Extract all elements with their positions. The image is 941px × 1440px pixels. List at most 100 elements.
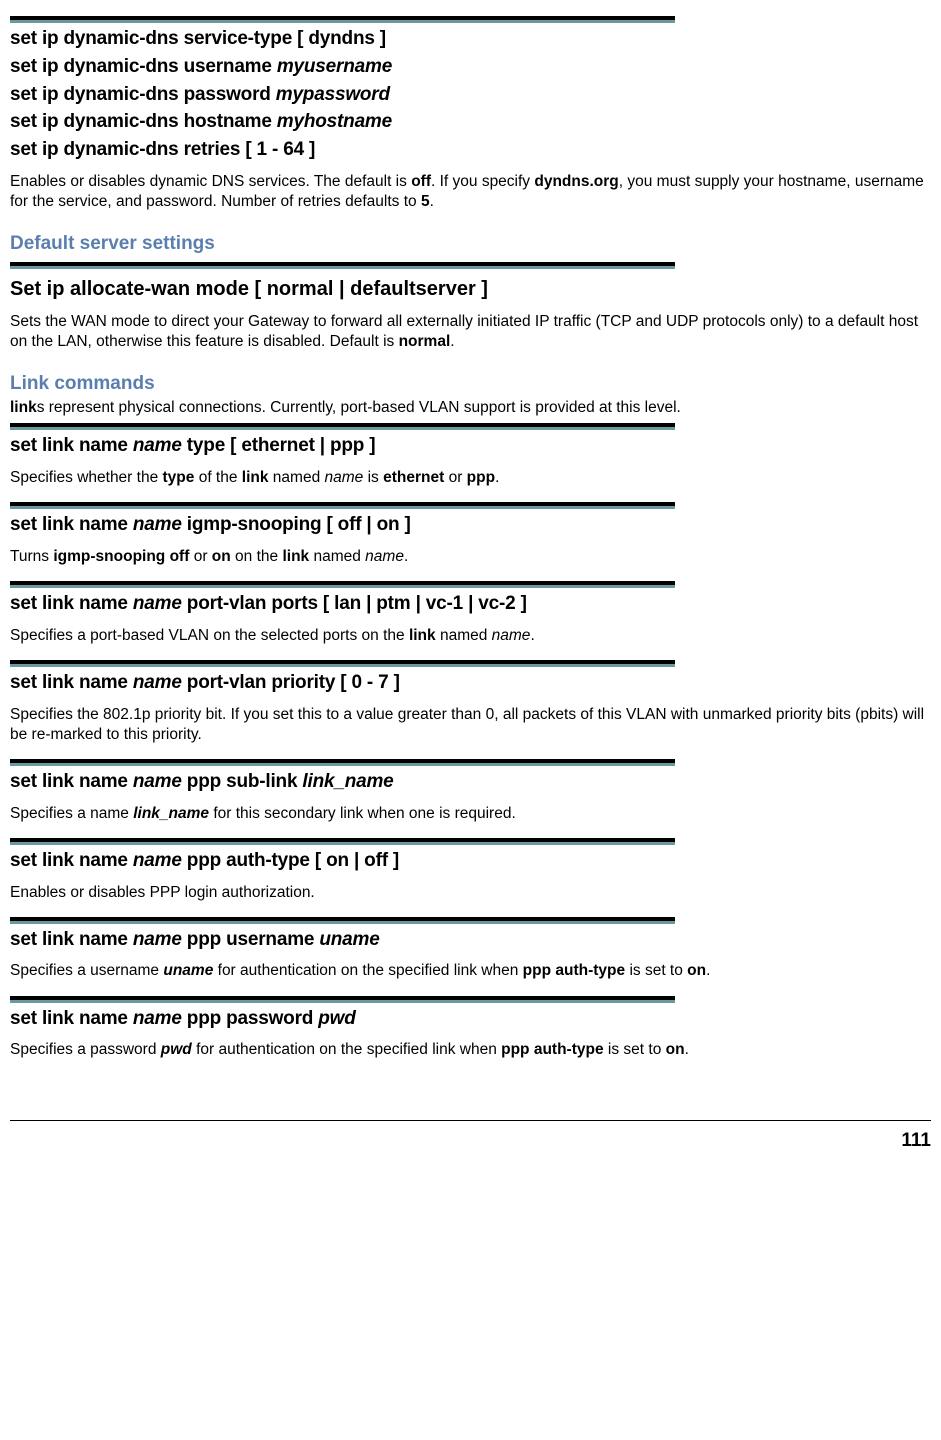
text: set ip dynamic-dns hostname bbox=[10, 111, 277, 132]
t: . bbox=[685, 1041, 689, 1058]
t: ppp auth-type [ on | off ] bbox=[182, 850, 399, 871]
cmd-allocate-wan: Set ip allocate-wan mode [ normal | defa… bbox=[10, 277, 931, 302]
param: pwd bbox=[318, 1008, 355, 1029]
section-rule bbox=[10, 262, 675, 269]
t: on the bbox=[231, 548, 283, 565]
section-rule bbox=[10, 423, 675, 430]
t: named bbox=[436, 627, 492, 644]
footer-rule bbox=[10, 1120, 931, 1121]
t: type bbox=[163, 469, 195, 486]
cmd-link-sublink: set link name name ppp sub-link link_nam… bbox=[10, 770, 931, 794]
desc-link-auth: Enables or disables PPP login authorizat… bbox=[10, 883, 931, 903]
t: set link name bbox=[10, 672, 133, 693]
cmd-dns-hostname: set ip dynamic-dns hostname myhostname bbox=[10, 110, 931, 134]
t: named bbox=[309, 548, 365, 565]
t: ppp auth-type bbox=[523, 962, 625, 979]
t: on bbox=[687, 962, 706, 979]
param: name bbox=[133, 1008, 182, 1029]
t: igmp-snooping off bbox=[53, 548, 189, 565]
cmd-dns-password: set ip dynamic-dns password mypassword bbox=[10, 83, 931, 107]
t: Sets the WAN mode to direct your Gateway… bbox=[10, 313, 918, 350]
t: . bbox=[706, 962, 710, 979]
t: Specifies a username bbox=[10, 962, 163, 979]
t: link bbox=[10, 399, 37, 416]
desc-link-type: Specifies whether the type of the link n… bbox=[10, 468, 931, 488]
t: igmp-snooping [ off | on ] bbox=[182, 514, 411, 535]
cmd-link-auth: set link name name ppp auth-type [ on | … bbox=[10, 849, 931, 873]
t: Specifies a password bbox=[10, 1041, 161, 1058]
t: normal bbox=[399, 333, 451, 350]
t: port-vlan priority [ 0 - 7 ] bbox=[182, 672, 400, 693]
desc-link-ports: Specifies a port-based VLAN on the selec… bbox=[10, 626, 931, 646]
page-footer: 111 bbox=[10, 1120, 931, 1153]
param: uname bbox=[319, 929, 379, 950]
head-default-server: Default server settings bbox=[10, 232, 931, 256]
t: set link name bbox=[10, 771, 133, 792]
cmd-link-priority: set link name name port-vlan priority [ … bbox=[10, 671, 931, 695]
t: or bbox=[444, 469, 466, 486]
t: for authentication on the specified link… bbox=[213, 962, 522, 979]
t: set link name bbox=[10, 1008, 133, 1029]
t: name bbox=[492, 627, 531, 644]
param: myusername bbox=[277, 56, 392, 77]
t: on bbox=[212, 548, 231, 565]
section-rule bbox=[10, 838, 675, 845]
t: . bbox=[450, 333, 454, 350]
desc-allocate-wan: Sets the WAN mode to direct your Gateway… bbox=[10, 312, 931, 352]
param: name bbox=[133, 435, 182, 456]
t: ppp username bbox=[182, 929, 320, 950]
t: . bbox=[404, 548, 408, 565]
t: uname bbox=[163, 962, 213, 979]
t: . If you specify bbox=[431, 173, 534, 190]
cmd-link-pwd: set link name name ppp password pwd bbox=[10, 1007, 931, 1031]
cmd-link-type: set link name name type [ ethernet | ppp… bbox=[10, 434, 931, 458]
t: link bbox=[282, 548, 309, 565]
t: named bbox=[269, 469, 325, 486]
text: set ip dynamic-dns username bbox=[10, 56, 277, 77]
t: is bbox=[363, 469, 383, 486]
desc-link-user: Specifies a username uname for authentic… bbox=[10, 961, 931, 981]
param: name bbox=[133, 672, 182, 693]
t: set link name bbox=[10, 435, 133, 456]
section-rule bbox=[10, 660, 675, 667]
param: name bbox=[133, 514, 182, 535]
t: on bbox=[666, 1041, 685, 1058]
t: Specifies whether the bbox=[10, 469, 163, 486]
page-number: 111 bbox=[10, 1129, 931, 1153]
section-rule bbox=[10, 502, 675, 509]
t: Enables or disables dynamic DNS services… bbox=[10, 173, 411, 190]
t: set link name bbox=[10, 593, 133, 614]
t: Specifies a port-based VLAN on the selec… bbox=[10, 627, 409, 644]
t: type [ ethernet | ppp ] bbox=[182, 435, 376, 456]
t: dyndns.org bbox=[534, 173, 618, 190]
t: ethernet bbox=[383, 469, 444, 486]
head-link-commands: Link commands bbox=[10, 372, 931, 396]
cmd-link-igmp: set link name name igmp-snooping [ off |… bbox=[10, 513, 931, 537]
t: or bbox=[189, 548, 211, 565]
t: Specifies a name bbox=[10, 805, 133, 822]
t: is set to bbox=[604, 1041, 666, 1058]
cmd-dns-service: set ip dynamic-dns service-type [ dyndns… bbox=[10, 27, 931, 51]
section-rule bbox=[10, 16, 675, 23]
t: . bbox=[495, 469, 499, 486]
t: is set to bbox=[625, 962, 687, 979]
desc-link-pwd: Specifies a password pwd for authenticat… bbox=[10, 1040, 931, 1060]
param: name bbox=[133, 593, 182, 614]
param: name bbox=[133, 850, 182, 871]
t: link bbox=[242, 469, 269, 486]
t: . bbox=[530, 627, 534, 644]
desc-link-sublink: Specifies a name link_name for this seco… bbox=[10, 804, 931, 824]
cmd-dns-username: set ip dynamic-dns username myusername bbox=[10, 55, 931, 79]
t: set link name bbox=[10, 850, 133, 871]
t: port-vlan ports [ lan | ptm | vc-1 | vc-… bbox=[182, 593, 527, 614]
t: pwd bbox=[161, 1041, 192, 1058]
t: for this secondary link when one is requ… bbox=[209, 805, 516, 822]
t: Turns bbox=[10, 548, 53, 565]
link-intro: links represent physical connections. Cu… bbox=[10, 398, 931, 417]
t: set link name bbox=[10, 929, 133, 950]
t: link bbox=[409, 627, 436, 644]
t: set link name bbox=[10, 514, 133, 535]
param: mypassword bbox=[276, 84, 390, 105]
param: name bbox=[133, 929, 182, 950]
desc-dns: Enables or disables dynamic DNS services… bbox=[10, 172, 931, 212]
